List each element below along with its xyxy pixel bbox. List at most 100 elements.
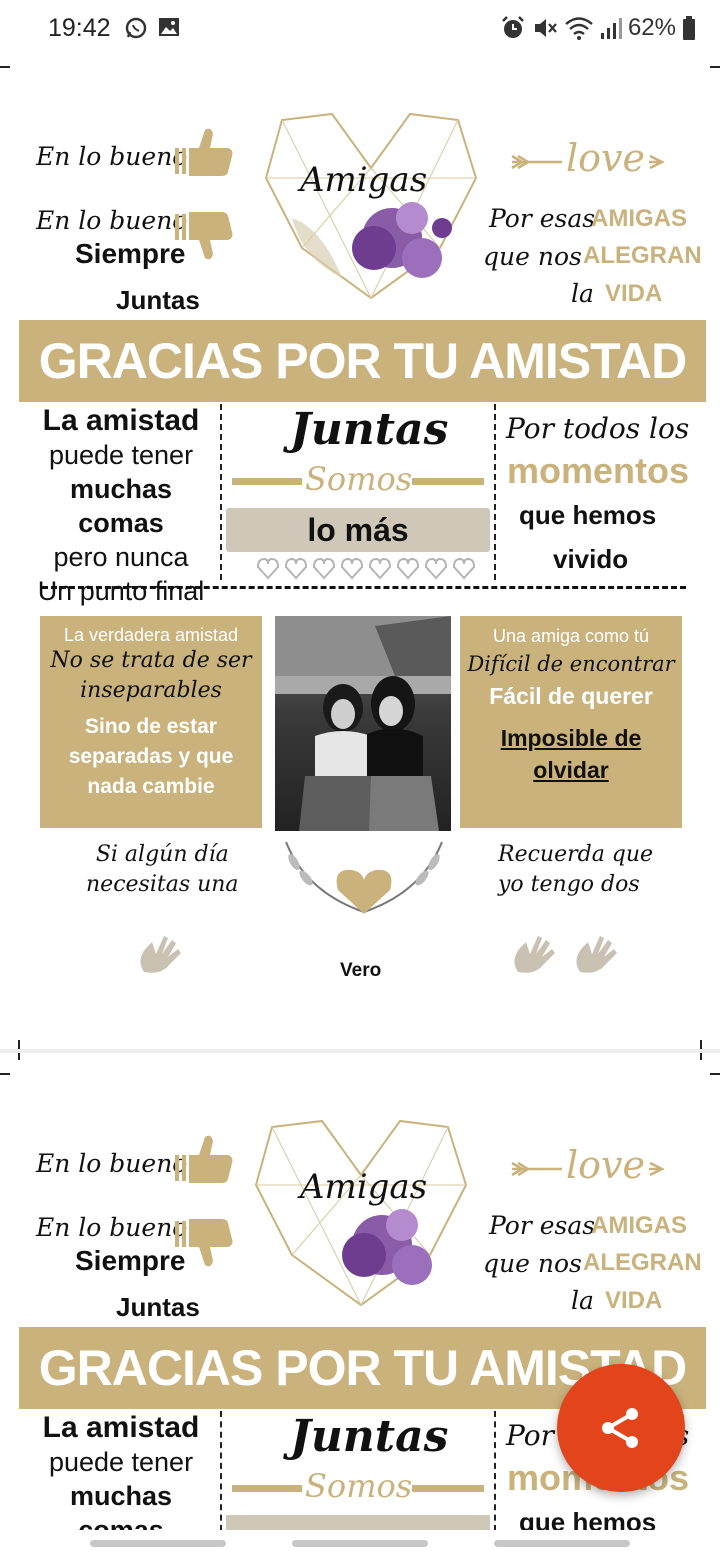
box-left-line: No se trata de ser [50,648,252,673]
si-algun-line: necesitas una [86,872,239,897]
juntas-big-text: Juntas [290,404,449,455]
la-text: la [571,279,594,308]
box-left-line: nada cambie [87,775,215,798]
verdadera-amistad-box: La verdadera amistad No se trata de ser … [40,616,262,828]
juntas-small-text: Juntas [116,1292,200,1322]
laurel-heart-icon [285,841,443,914]
somos-rule-right [412,1485,484,1492]
que-hemos-text: que hemos [519,500,657,530]
handprint-icon [514,936,555,973]
signal-icon [600,18,622,39]
si-algun-line: Si algún día [95,842,229,867]
box-left-line: separadas y que [68,745,234,768]
box-left-line: inseparables [80,678,222,703]
share-icon [602,1408,638,1448]
poster-page-1[interactable]: En lo bueno En lo bueno Siempre Juntas A… [0,68,720,1030]
gracias-banner: GRACIAS POR TU AMISTAD [19,320,706,402]
heart-title: Amigas [300,160,428,200]
amistad-column: La amistad puede tener muchas comas pero… [26,404,216,608]
nav-bar-left[interactable] [90,1540,226,1547]
recuerda-line: Recuerda que [498,842,654,867]
box-right-line: olvidar [533,757,609,783]
col1-line: muchas comas [69,1481,173,1530]
battery-percent: 62% [627,14,676,41]
que-hemos-text: que hemos [519,1507,657,1530]
column-divider [220,404,222,580]
col1-line: puede tener [48,440,194,470]
status-bar: 19:42 62% [0,0,720,60]
lo-mas-brush [226,1515,490,1530]
en-lo-bueno-1: En lo bueno [36,142,188,171]
alegran-text: ALEGRAN [583,1249,702,1276]
vida-text: VIDA [605,280,663,307]
page-separator [0,1049,720,1053]
una-amiga-box: Una amiga como tú Difícil de encontrar F… [460,616,682,828]
thumbs-up-icon [175,1135,233,1183]
lo-mas-text: lo más [307,512,409,548]
amistad-column: La amistad puede tener muchas comas [26,1411,216,1530]
que-nos-text: que nos [483,1249,582,1278]
juntas-small-text: Juntas [116,285,200,315]
siempre-text: Siempre [75,238,186,269]
col1-line: puede tener [48,1447,194,1477]
col1-line: La amistad [42,404,200,437]
status-time: 19:42 [48,14,111,42]
box-right-line: Fácil de querer [489,683,653,709]
la-text: la [571,1286,594,1315]
nav-bar-right[interactable] [494,1540,630,1547]
col1-line: Un punto final [37,576,205,606]
somos-rule-right [412,478,484,485]
thumbs-up-icon [175,128,233,176]
box-right-line: Una amiga como tú [492,626,650,646]
que-nos-text: que nos [483,242,582,271]
amigas-caps-text: AMIGAS [591,1212,687,1239]
box-left-line: La verdadera amistad [63,625,239,645]
handprint-icon [140,936,181,973]
love-text: love [562,1143,649,1187]
siempre-text: Siempre [75,1245,186,1276]
whatsapp-icon [125,17,147,39]
amigas-caps-text: AMIGAS [591,205,687,232]
por-todos-text: Por todos los [506,412,690,445]
en-lo-bueno-2: En lo bueno [36,1213,188,1242]
box-right-line: Imposible de [500,725,642,751]
somos-text: Somos [305,460,413,498]
alegran-text: ALEGRAN [583,242,702,269]
recuerda-que: Recuerda que yo tengo dos [498,840,653,900]
geometric-heart-icon [254,1119,468,1307]
share-button[interactable] [557,1364,685,1492]
handprint-icon [576,936,617,973]
por-esas-text: Por esas [489,204,596,233]
column-divider [220,1411,222,1530]
en-lo-bueno-2: En lo bueno [36,206,188,235]
mute-icon [534,19,557,37]
col1-line: La amistad [42,1411,200,1444]
si-algun-dia: Si algún día necesitas una [86,840,239,900]
column-divider [494,404,496,580]
nav-bar-center[interactable] [292,1540,428,1547]
por-esas-text: Por esas [489,1211,596,1240]
juntas-big-text: Juntas [290,1411,449,1462]
wifi-icon [565,17,593,40]
box-right-line: Difícil de encontrar [467,652,675,676]
gallery-icon [159,18,179,36]
recuerda-line: yo tengo dos [498,872,640,897]
momentos-text: momentos [507,450,690,491]
hearts-row-icon [256,557,476,580]
somos-text: Somos [305,1467,413,1505]
en-lo-bueno-1: En lo bueno [36,1149,188,1178]
somos-rule-left [232,478,302,485]
column-divider [494,1411,496,1530]
somos-rule-left [232,1485,302,1492]
battery-icon [683,16,695,40]
col1-line: pero nunca [53,542,189,572]
box-left-line: Sino de estar [85,715,217,738]
love-text: love [562,136,649,180]
vida-text: VIDA [605,1287,663,1314]
vivido-text: vivido [553,544,629,574]
geometric-heart-icon [264,112,478,300]
friends-photo [275,616,451,831]
alarm-icon [502,16,524,38]
section-divider [42,586,686,589]
col1-line: muchas comas [69,474,173,538]
